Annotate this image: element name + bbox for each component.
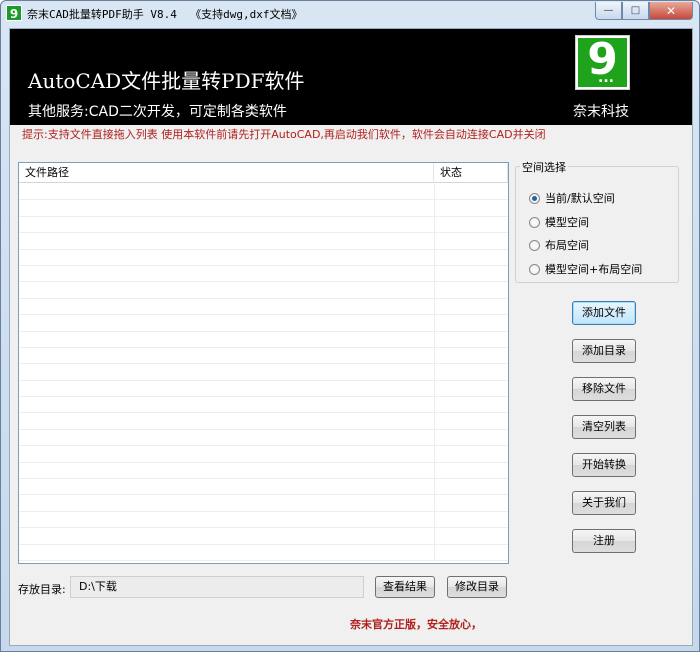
company-name: 奈末科技 (573, 104, 629, 120)
radio-label: 当前/默认空间 (545, 192, 615, 205)
radio-icon (529, 192, 540, 204)
start-convert-button[interactable]: 开始转换 (572, 453, 636, 477)
register-button[interactable]: 注册 (572, 529, 636, 553)
change-dir-button[interactable]: 修改目录 (447, 576, 507, 598)
close-icon: ✕ (665, 3, 677, 18)
file-list-rows (19, 184, 508, 561)
maximize-icon: □ (630, 5, 641, 16)
app-window: 9 奈末CAD批量转PDF助手 V8.4 《支持dwg,dxf文档》 — □ ✕… (0, 0, 700, 652)
output-dir-field[interactable]: D:\下载 (70, 576, 364, 598)
minimize-button[interactable]: — (595, 2, 622, 20)
app-icon: 9 (6, 5, 22, 21)
footer-text: 奈末官方正版，安全放心， (350, 618, 482, 631)
list-row[interactable] (19, 462, 508, 480)
radio-model-and-layout-space[interactable]: 模型空间+布局空间 (529, 261, 642, 277)
radio-label: 模型空间+布局空间 (545, 263, 643, 276)
list-row[interactable] (19, 249, 508, 266)
radio-label: 布局空间 (545, 239, 589, 252)
list-row[interactable] (19, 200, 508, 217)
banner-subtitle: 其他服务:CAD二次开发，可定制各类软件 (28, 104, 287, 120)
client-area: AutoCAD文件批量转PDF软件 其他服务:CAD二次开发，可定制各类软件 9… (9, 28, 693, 646)
about-us-button[interactable]: 关于我们 (572, 491, 636, 515)
list-row[interactable] (19, 528, 508, 545)
header-banner: AutoCAD文件批量转PDF软件 其他服务:CAD二次开发，可定制各类软件 9… (10, 29, 692, 125)
file-list-header: 文件路径 状态 (19, 163, 508, 183)
list-row[interactable] (19, 315, 508, 332)
list-row[interactable] (19, 331, 508, 348)
list-row[interactable] (19, 282, 508, 299)
column-header-path[interactable]: 文件路径 (19, 163, 434, 183)
add-directory-button[interactable]: 添加目录 (572, 339, 636, 363)
list-row[interactable] (19, 544, 508, 561)
clear-list-button[interactable]: 清空列表 (572, 415, 636, 439)
title-bar[interactable]: 9 奈末CAD批量转PDF助手 V8.4 《支持dwg,dxf文档》 — □ ✕ (1, 1, 699, 27)
space-select-group: 空间选择 当前/默认空间 模型空间 布局空间 模型空间+布局空间 (515, 159, 679, 283)
list-row[interactable] (19, 216, 508, 234)
company-logo: 9 ... (575, 35, 630, 90)
list-row[interactable] (19, 429, 508, 447)
list-row[interactable] (19, 298, 508, 316)
radio-icon (529, 216, 540, 228)
add-file-button[interactable]: 添加文件 (572, 301, 636, 325)
list-row[interactable] (19, 347, 508, 365)
maximize-button[interactable]: □ (622, 2, 649, 20)
column-header-status[interactable]: 状态 (434, 163, 508, 183)
output-dir-label: 存放目录: (18, 583, 66, 596)
footer-fade (492, 615, 692, 631)
list-row[interactable] (19, 397, 508, 414)
list-row[interactable] (19, 233, 508, 250)
list-row[interactable] (19, 265, 508, 283)
list-row[interactable] (19, 446, 508, 463)
list-row[interactable] (19, 495, 508, 512)
close-button[interactable]: ✕ (649, 2, 693, 20)
space-select-legend: 空间选择 (520, 159, 568, 175)
radio-layout-space[interactable]: 布局空间 (529, 237, 589, 253)
tip-text: 提示:支持文件直接拖入列表 使用本软件前请先打开AutoCAD,再启动我们软件，… (22, 128, 546, 141)
window-title: 奈末CAD批量转PDF助手 V8.4 《支持dwg,dxf文档》 (27, 8, 303, 21)
radio-current-space[interactable]: 当前/默认空间 (529, 190, 615, 206)
list-row[interactable] (19, 364, 508, 381)
list-row[interactable] (19, 479, 508, 496)
banner-title: AutoCAD文件批量转PDF软件 (28, 69, 305, 93)
list-row[interactable] (19, 380, 508, 398)
list-row[interactable] (19, 184, 508, 201)
list-row[interactable] (19, 413, 508, 430)
radio-model-space[interactable]: 模型空间 (529, 214, 589, 230)
minimize-icon: — (603, 5, 614, 16)
logo-dots: ... (598, 70, 614, 86)
list-row[interactable] (19, 511, 508, 529)
radio-icon (529, 239, 540, 251)
window-controls: — □ ✕ (595, 2, 693, 20)
radio-label: 模型空间 (545, 216, 589, 229)
radio-icon (529, 263, 540, 275)
view-results-button[interactable]: 查看结果 (375, 576, 435, 598)
file-list[interactable]: 文件路径 状态 (18, 162, 509, 564)
remove-file-button[interactable]: 移除文件 (572, 377, 636, 401)
